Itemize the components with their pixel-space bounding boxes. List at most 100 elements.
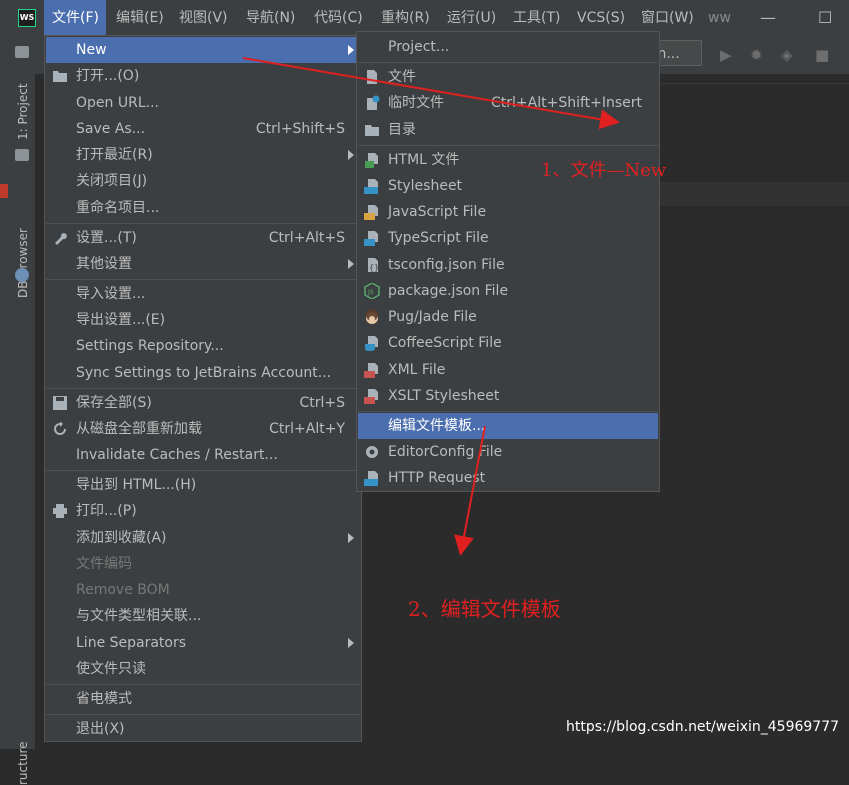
- svg-text:JS: JS: [367, 289, 374, 296]
- menu-separator: [46, 388, 360, 389]
- menu-item-open-recent[interactable]: 打开最近(R): [46, 142, 360, 168]
- menu-item-settings[interactable]: 设置...(T)Ctrl+Alt+S: [46, 225, 360, 251]
- menu-separator: [46, 714, 360, 715]
- file-menu: New 打开...(O) Open URL... Save As...Ctrl+…: [44, 35, 362, 742]
- scratch-file-icon: [364, 95, 380, 111]
- menu-item-settings-repository[interactable]: Settings Repository...: [46, 333, 360, 359]
- menu-separator: [46, 279, 360, 280]
- coffeescript-icon: [364, 335, 380, 351]
- database-icon: [15, 268, 29, 282]
- javascript-file-icon: [364, 204, 380, 220]
- structure-tool-tab[interactable]: ructure: [16, 742, 30, 785]
- menu-item-close-project[interactable]: 关闭项目(J): [46, 168, 360, 194]
- menu-item-file-encoding: 文件编码: [46, 551, 360, 577]
- file-icon: [364, 69, 380, 85]
- submenu-item-project[interactable]: Project...: [358, 34, 658, 60]
- submenu-item-http-request[interactable]: HTTP Request: [358, 465, 658, 491]
- annotation-step-1: 1、文件—New: [541, 156, 666, 182]
- submenu-arrow-icon: [348, 533, 354, 543]
- submenu-arrow-icon: [348, 45, 354, 55]
- menu-navigate[interactable]: 导航(N): [246, 0, 295, 36]
- submenu-item-directory[interactable]: 目录: [358, 117, 658, 143]
- menu-item-remove-bom: Remove BOM: [46, 577, 360, 603]
- menu-item-new[interactable]: New: [46, 37, 360, 63]
- tsconfig-file-icon: {}: [364, 257, 380, 273]
- save-icon: [52, 396, 68, 410]
- menu-file[interactable]: 文件(F): [44, 0, 106, 36]
- submenu-item-tsconfig-file[interactable]: {} tsconfig.json File: [358, 252, 658, 278]
- menu-edit[interactable]: 编辑(E): [116, 0, 164, 36]
- project-folder-icon: [15, 149, 29, 161]
- maximize-button[interactable]: ☐: [818, 0, 832, 36]
- submenu-arrow-icon: [348, 259, 354, 269]
- menu-item-open[interactable]: 打开...(O): [46, 63, 360, 89]
- print-icon: [52, 504, 68, 518]
- typescript-file-icon: [364, 230, 380, 246]
- menu-item-line-separators[interactable]: Line Separators: [46, 630, 360, 656]
- submenu-item-edit-file-templates[interactable]: 编辑文件模板...: [358, 413, 658, 439]
- menu-separator: [46, 223, 360, 224]
- submenu-item-javascript-file[interactable]: JavaScript File: [358, 199, 658, 225]
- menu-item-rename-project[interactable]: 重命名项目...: [46, 195, 360, 221]
- folder-open-icon: [52, 69, 68, 83]
- debug-icon[interactable]: ✹: [750, 46, 763, 64]
- menu-item-export-settings[interactable]: 导出设置...(E): [46, 307, 360, 333]
- menu-item-exit[interactable]: 退出(X): [46, 716, 360, 742]
- xslt-file-icon: [364, 388, 380, 404]
- coverage-icon[interactable]: ◈: [781, 46, 793, 64]
- submenu-arrow-icon: [348, 638, 354, 648]
- submenu-item-scratch-file[interactable]: 临时文件Ctrl+Alt+Shift+Insert: [358, 90, 658, 116]
- webstorm-logo-icon[interactable]: WS: [18, 9, 36, 27]
- menu-item-save-all[interactable]: 保存全部(S)Ctrl+S: [46, 390, 360, 416]
- left-tool-strip: 1: Project DB Browser ructure: [0, 36, 36, 749]
- submenu-item-xslt-stylesheet[interactable]: XSLT Stylesheet: [358, 383, 658, 409]
- menu-item-reload-all[interactable]: 从磁盘全部重新加载Ctrl+Alt+Y: [46, 416, 360, 442]
- menu-item-save-as[interactable]: Save As...Ctrl+Shift+S: [46, 116, 360, 142]
- db-browser-tool-tab[interactable]: DB Browser: [16, 228, 30, 298]
- submenu-item-xml-file[interactable]: XML File: [358, 357, 658, 383]
- folder-icon: [364, 122, 380, 138]
- menu-item-add-to-favorites[interactable]: 添加到收藏(A): [46, 525, 360, 551]
- menu-separator: [358, 62, 658, 63]
- submenu-item-coffeescript[interactable]: CoffeeScript File: [358, 330, 658, 356]
- menu-item-sync-settings[interactable]: Sync Settings to JetBrains Account...: [46, 360, 360, 386]
- menu-item-power-save-mode[interactable]: 省电模式: [46, 686, 360, 712]
- submenu-item-pug-jade[interactable]: Pug/Jade File: [358, 304, 658, 330]
- minimize-button[interactable]: —: [760, 0, 776, 36]
- api-file-icon: [364, 470, 380, 486]
- menu-separator: [46, 470, 360, 471]
- menu-view[interactable]: 视图(V): [179, 0, 228, 36]
- xml-file-icon: [364, 362, 380, 378]
- wrench-icon: [52, 231, 68, 245]
- source-watermark: https://blog.csdn.net/weixin_45969777: [566, 719, 839, 735]
- new-submenu: Project... 文件 临时文件Ctrl+Alt+Shift+Insert …: [356, 31, 660, 492]
- submenu-item-editorconfig[interactable]: EditorConfig File: [358, 439, 658, 465]
- gear-icon: [364, 444, 380, 460]
- menu-item-print[interactable]: 打印...(P): [46, 498, 360, 524]
- menu-web-truncated[interactable]: ww: [708, 0, 731, 36]
- submenu-item-file[interactable]: 文件: [358, 64, 658, 90]
- stop-icon[interactable]: ■: [815, 46, 829, 64]
- play-icon[interactable]: ▶: [720, 46, 732, 64]
- nodejs-icon: JS: [364, 283, 380, 299]
- html-file-icon: [364, 152, 380, 168]
- menu-separator: [358, 411, 658, 412]
- menu-item-export-html[interactable]: 导出到 HTML...(H): [46, 472, 360, 498]
- css-file-icon: [364, 178, 380, 194]
- menu-item-other-settings[interactable]: 其他设置: [46, 251, 360, 277]
- svg-text:{}: {}: [369, 263, 379, 272]
- menu-separator: [358, 145, 658, 146]
- menu-item-import-settings[interactable]: 导入设置...: [46, 281, 360, 307]
- menu-item-open-url[interactable]: Open URL...: [46, 90, 360, 116]
- submenu-arrow-icon: [348, 150, 354, 160]
- submenu-item-typescript-file[interactable]: TypeScript File: [358, 225, 658, 251]
- project-tool-tab[interactable]: 1: Project: [16, 83, 30, 140]
- submenu-item-package-json[interactable]: JS package.json File: [358, 278, 658, 304]
- editor-tab-strip: [659, 83, 849, 84]
- menu-item-associate-file-type[interactable]: 与文件类型相关联...: [46, 603, 360, 629]
- annotation-step-2: 2、编辑文件模板: [408, 593, 561, 622]
- menu-item-invalidate-caches[interactable]: Invalidate Caches / Restart...: [46, 442, 360, 468]
- reload-icon: [52, 422, 68, 436]
- folder-icon[interactable]: [15, 46, 29, 58]
- menu-item-make-read-only[interactable]: 使文件只读: [46, 656, 360, 682]
